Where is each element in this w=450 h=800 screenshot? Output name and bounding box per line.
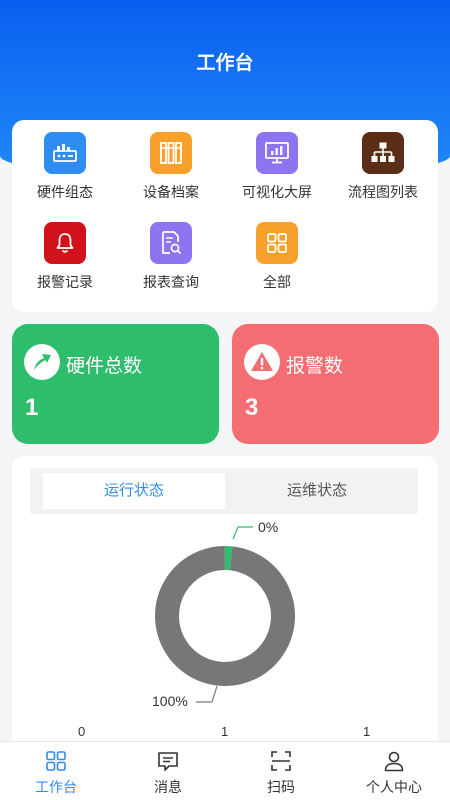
tabbar-item-scan[interactable]: 扫码 — [225, 742, 337, 800]
trend-up-icon — [24, 344, 60, 380]
axis-tick: 1 — [363, 724, 371, 739]
hardware-config-icon — [44, 132, 86, 174]
alarm-count-card[interactable]: 报警数 3 — [232, 324, 439, 444]
menu-label: 硬件组态 — [37, 184, 93, 200]
hardware-total-card[interactable]: 硬件总数 1 — [12, 324, 219, 444]
menu-label: 报表查询 — [143, 274, 199, 290]
label-leader-line — [232, 526, 253, 540]
tabbar-item-workbench[interactable]: 工作台 — [0, 742, 112, 800]
stat-title: 报警数 — [286, 356, 344, 377]
menu-item-visualization-screen[interactable]: 可视化大屏 — [224, 120, 330, 200]
page-title: 工作台 — [196, 53, 254, 74]
visualization-screen-icon — [256, 132, 298, 174]
stat-value: 1 — [25, 394, 39, 421]
tabbar-label: 个人中心 — [366, 779, 422, 795]
menu-label: 报警记录 — [37, 274, 93, 290]
axis-tick: 1 — [221, 724, 229, 739]
warning-icon — [244, 344, 280, 380]
tabbar-label: 工作台 — [35, 779, 77, 795]
stat-value: 3 — [245, 394, 259, 421]
menu-item-alarm-record[interactable]: 报警记录 — [12, 210, 118, 290]
menu-label: 设备档案 — [143, 184, 199, 200]
stat-title: 硬件总数 — [66, 356, 143, 377]
tabbar-item-profile[interactable]: 个人中心 — [338, 742, 450, 800]
data-label: 100% — [152, 693, 188, 709]
label-leader-line — [196, 685, 218, 703]
scan-icon — [271, 751, 291, 771]
menu-label: 全部 — [263, 274, 291, 290]
menu-item-report-search[interactable]: 报表查询 — [118, 210, 224, 290]
alarm-bell-icon — [44, 222, 86, 264]
tabbar-label: 扫码 — [267, 779, 295, 795]
report-search-icon — [150, 222, 192, 264]
menu-label: 可视化大屏 — [242, 184, 312, 200]
user-icon — [384, 751, 404, 772]
status-card: 运行状态 运维状态 0% 100% 0 1 1 — [12, 456, 438, 756]
grid-all-icon — [256, 222, 298, 264]
donut-slice[interactable] — [155, 546, 295, 686]
workbench-icon — [46, 751, 66, 771]
data-label: 0% — [258, 519, 278, 535]
status-donut-chart: 0% 100% — [152, 519, 295, 709]
menu-item-device-archive[interactable]: 设备档案 — [118, 120, 224, 200]
tabbar-item-message[interactable]: 消息 — [112, 742, 224, 800]
bottom-tabbar: 工作台 消息 扫码 个人中心 — [0, 741, 450, 800]
menu-item-flowchart[interactable]: 流程图列表 — [330, 120, 436, 200]
message-icon — [158, 752, 178, 771]
axis-tick: 0 — [78, 724, 86, 739]
flowchart-icon — [362, 132, 404, 174]
menu-card: 硬件组态 设备档案 可视化大屏 流程图列表 报警记录 报表查询 全部 — [12, 120, 438, 312]
menu-item-all[interactable]: 全部 — [224, 210, 330, 290]
menu-label: 流程图列表 — [348, 184, 418, 200]
device-archive-icon — [150, 132, 192, 174]
tabbar-label: 消息 — [154, 779, 182, 795]
menu-item-hardware-config[interactable]: 硬件组态 — [12, 120, 118, 200]
